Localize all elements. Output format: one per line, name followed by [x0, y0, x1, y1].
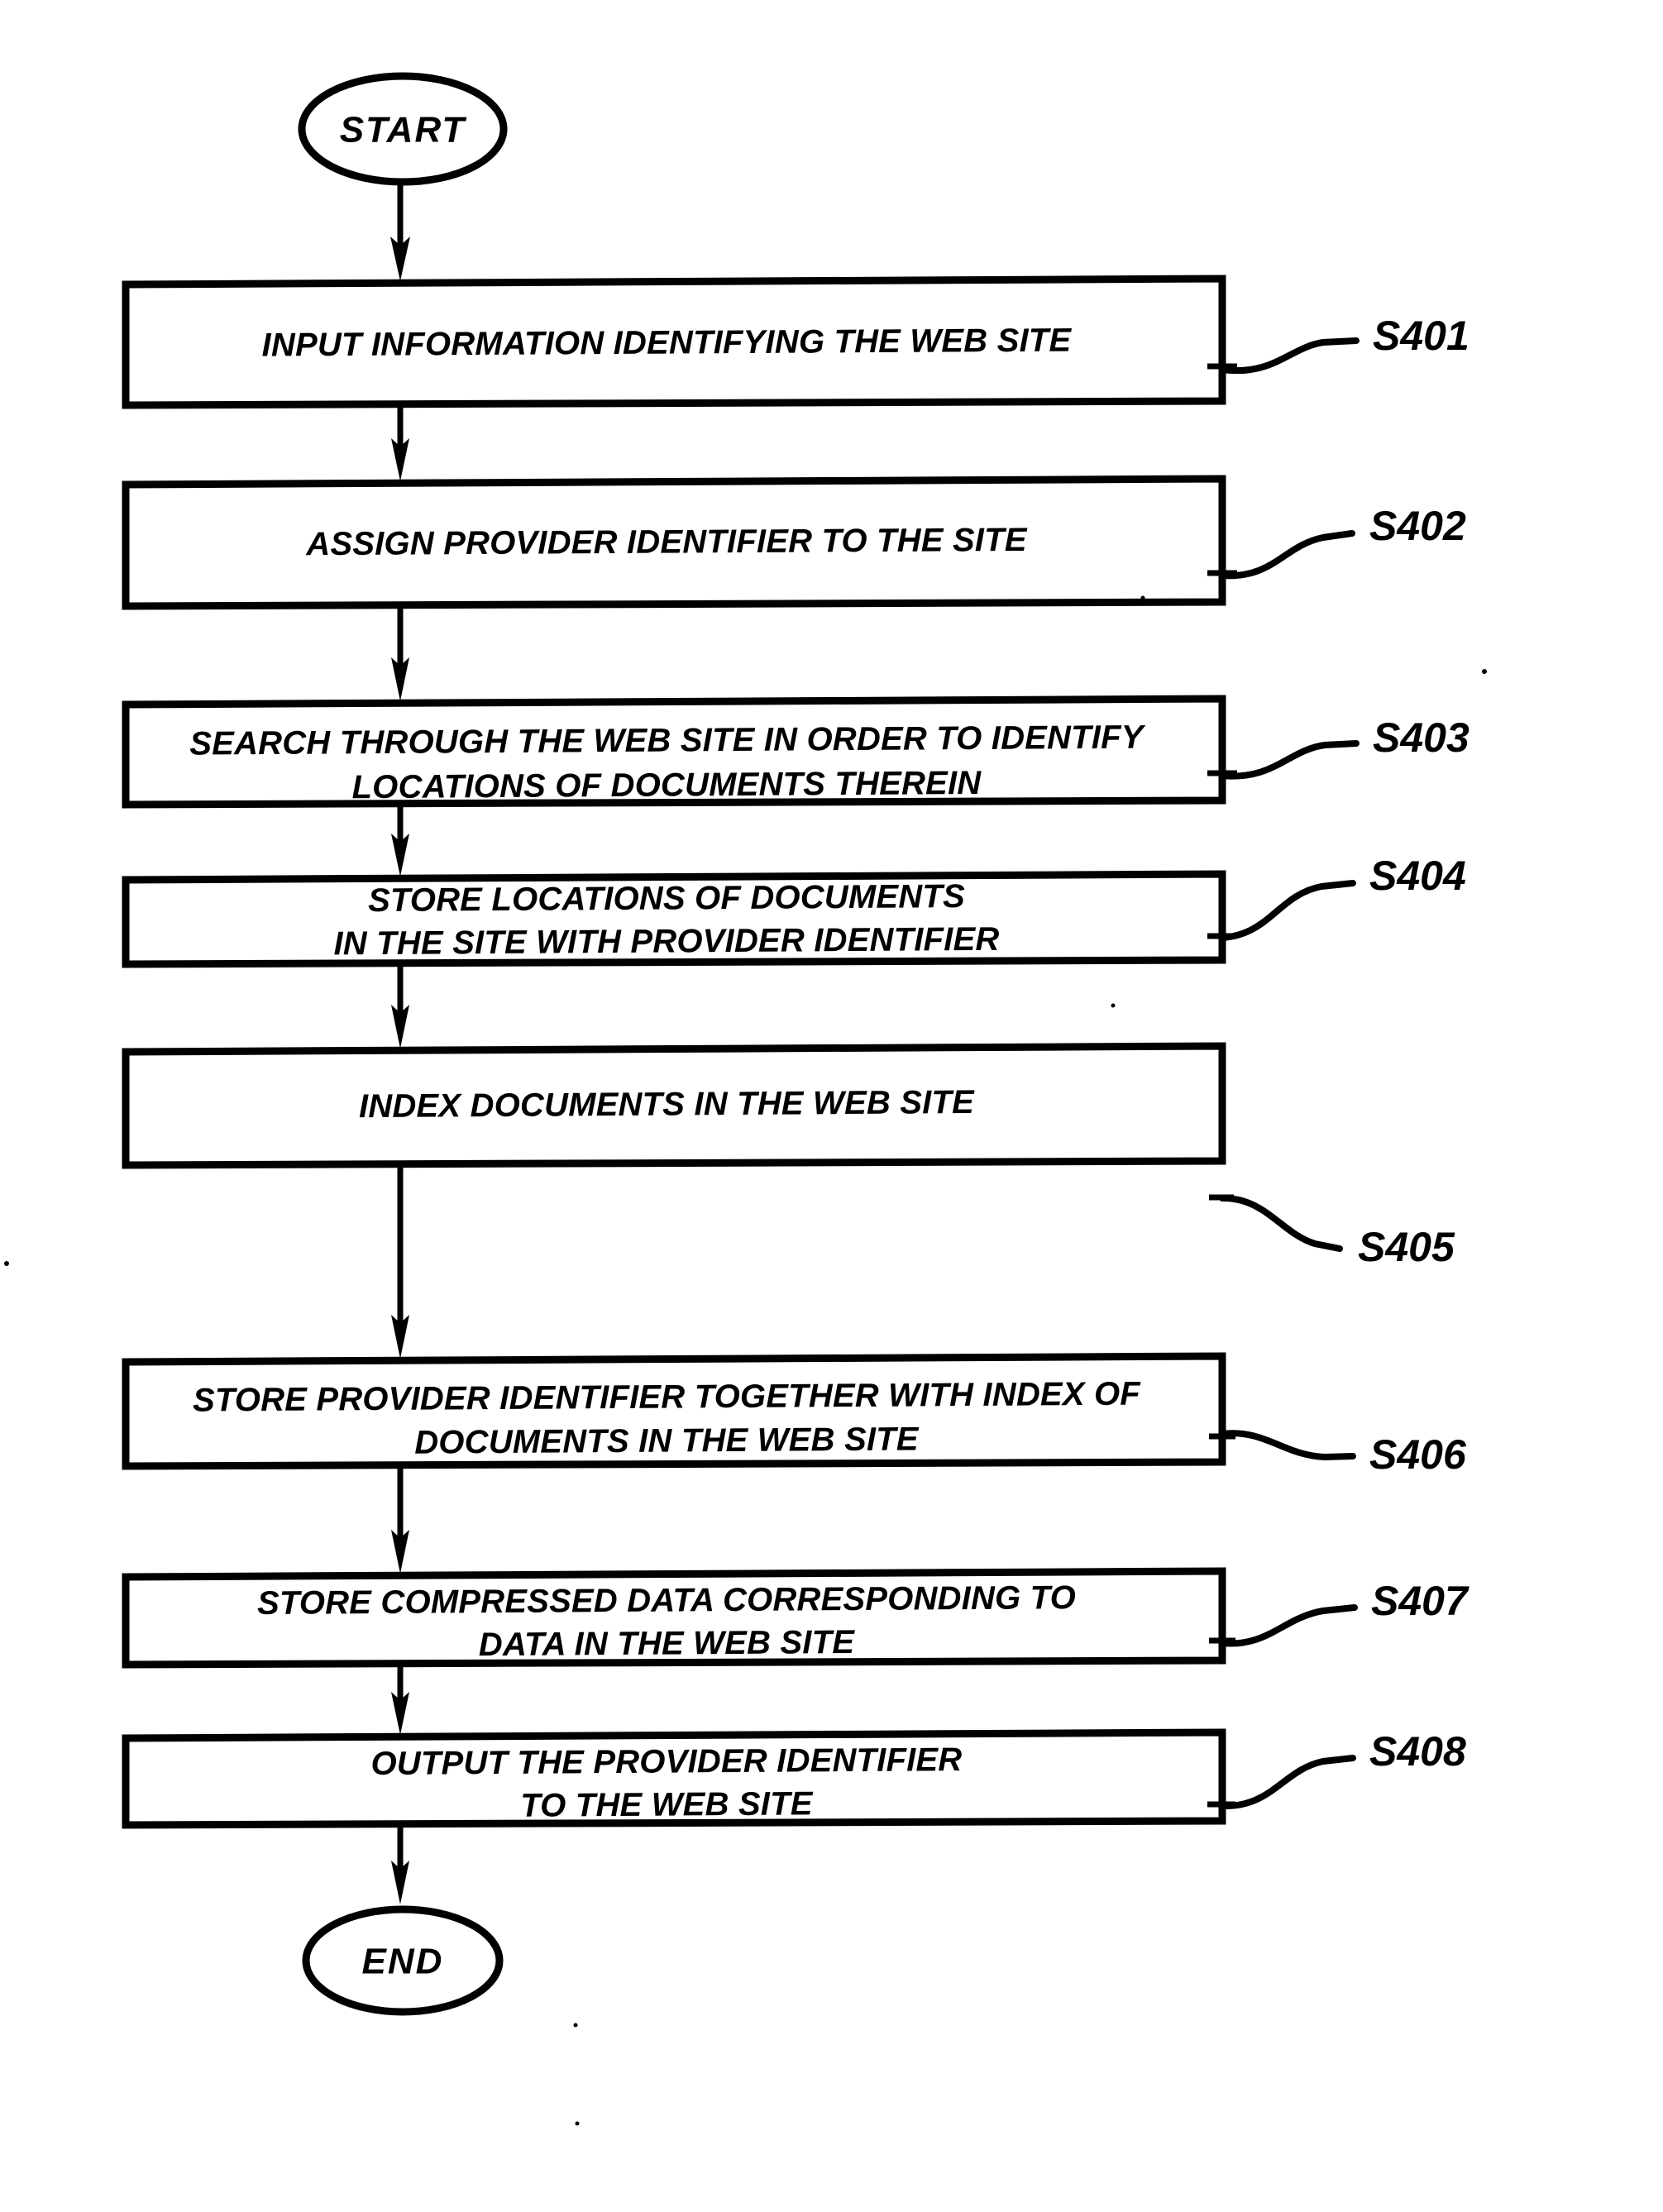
step-text-line-1: STORE COMPRESSED DATA CORRESPONDING TO	[257, 1579, 1076, 1622]
leader-s402: S402	[1207, 503, 1466, 580]
connector-start-to-s401	[390, 182, 410, 281]
step-text-line-2: IN THE SITE WITH PROVIDER IDENTIFIER	[333, 921, 999, 963]
step-box-s401[interactable]: INPUT INFORMATION IDENTIFYING THE WEB SI…	[122, 275, 1226, 409]
step-text-line-2: TO THE WEB SITE	[520, 1785, 814, 1823]
step-box-s403[interactable]: SEARCH THROUGH THE WEB SITE IN ORDER TO …	[122, 695, 1226, 809]
step-text-line-2: DATA IN THE WEB SITE	[479, 1624, 856, 1663]
step-box-s402[interactable]: ASSIGN PROVIDER IDENTIFIER TO THE SITE	[122, 475, 1226, 610]
connector-s408-to-end	[391, 1823, 409, 1904]
step-box-s406[interactable]: STORE PROVIDER IDENTIFIER TOGETHER WITH …	[122, 1352, 1226, 1470]
step-text-line-2: DOCUMENTS IN THE WEB SITE	[414, 1421, 920, 1460]
connector-s405-to-s406	[391, 1163, 409, 1359]
connector-s404-to-s405	[391, 963, 409, 1049]
step-ref-s401: S401	[1373, 313, 1469, 359]
step-ref-s408: S408	[1369, 1728, 1466, 1775]
step-text-line-1: STORE PROVIDER IDENTIFIER TOGETHER WITH …	[193, 1376, 1142, 1419]
leader-s404: S404	[1207, 853, 1466, 941]
step-ref-s407: S407	[1371, 1578, 1469, 1624]
figure-page: START INPUT INFORMATION IDENTIFYING THE …	[0, 0, 1663, 2212]
step-ref-s404: S404	[1369, 853, 1466, 899]
end-node[interactable]: END	[302, 1905, 504, 2016]
step-ref-s406: S406	[1369, 1431, 1467, 1478]
leader-s408: S408	[1207, 1728, 1466, 1810]
start-label: START	[340, 110, 467, 150]
step-ref-s402: S402	[1369, 503, 1466, 549]
connector-s407-to-s408	[391, 1663, 409, 1735]
step-box-s405[interactable]: INDEX DOCUMENTS IN THE WEB SITE	[122, 1042, 1226, 1169]
connector-s406-to-s407	[391, 1464, 409, 1574]
step-text-line-1: INPUT INFORMATION IDENTIFYING THE WEB SI…	[261, 322, 1072, 364]
step-ref-s403: S403	[1373, 714, 1469, 761]
connector-s401-to-s402	[391, 404, 409, 481]
step-text-line-1: STORE LOCATIONS OF DOCUMENTS	[368, 878, 965, 919]
step-text-line-2: LOCATIONS OF DOCUMENTS THEREIN	[351, 765, 982, 805]
step-text-line-1: INDEX DOCUMENTS IN THE WEB SITE	[359, 1084, 975, 1125]
step-box-s407[interactable]: STORE COMPRESSED DATA CORRESPONDING TO D…	[122, 1567, 1226, 1669]
step-box-s408[interactable]: OUTPUT THE PROVIDER IDENTIFIER TO THE WE…	[122, 1728, 1226, 1829]
step-box-s404[interactable]: STORE LOCATIONS OF DOCUMENTS IN THE SITE…	[122, 870, 1226, 968]
leader-s407: S407	[1209, 1578, 1469, 1647]
flowchart-canvas: START INPUT INFORMATION IDENTIFYING THE …	[4, 72, 1487, 2126]
leader-s401: S401	[1207, 313, 1469, 375]
step-ref-s405: S405	[1358, 1224, 1455, 1270]
step-text-line-1: ASSIGN PROVIDER IDENTIFIER TO THE SITE	[305, 522, 1028, 562]
step-text-line-1: OUTPUT THE PROVIDER IDENTIFIER	[370, 1741, 962, 1782]
start-node[interactable]: START	[298, 72, 508, 186]
leader-s406: S406	[1209, 1430, 1467, 1478]
leader-s403: S403	[1207, 714, 1469, 780]
end-label: END	[362, 1942, 444, 1982]
connector-s402-to-s403	[391, 604, 409, 701]
step-text-line-1: SEARCH THROUGH THE WEB SITE IN ORDER TO …	[189, 719, 1146, 762]
leader-s405: S405	[1209, 1194, 1455, 1270]
connector-s403-to-s404	[391, 803, 409, 877]
